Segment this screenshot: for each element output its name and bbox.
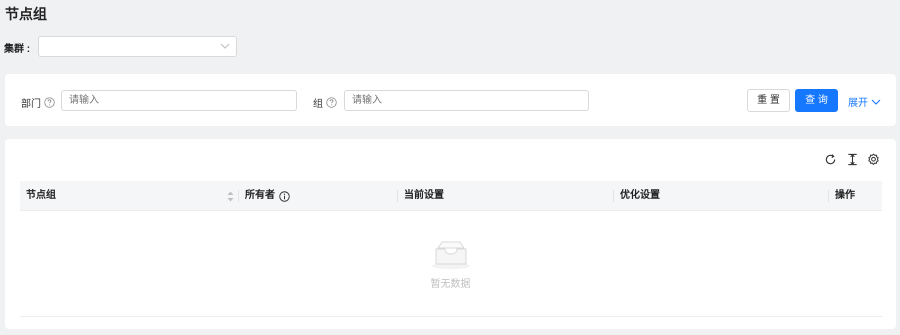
chevron-down-icon xyxy=(871,99,881,105)
query-button[interactable]: 查 询 xyxy=(795,89,838,112)
department-input[interactable] xyxy=(61,90,297,111)
question-circle-icon[interactable] xyxy=(326,97,337,108)
column-height-icon[interactable] xyxy=(846,153,859,166)
reset-button[interactable]: 重 置 xyxy=(747,89,790,112)
column-header-label: 当前设置 xyxy=(404,190,444,201)
expand-label: 展开 xyxy=(848,98,868,109)
settings-icon[interactable] xyxy=(867,153,880,166)
group-field-label: 组 xyxy=(313,95,337,110)
department-field-label: 部门 xyxy=(21,95,55,110)
chevron-down-icon xyxy=(220,43,230,49)
table-header: 节点组 所有者 当前设置 优化设置 操作 xyxy=(20,181,882,211)
empty-text: 暂无数据 xyxy=(430,279,471,290)
column-header-owner: 所有者 xyxy=(239,181,397,211)
cluster-select[interactable] xyxy=(38,36,237,57)
table-panel: 节点组 所有者 当前设置 优化设置 操作 暂无数据 xyxy=(5,139,896,329)
group-label: 组 xyxy=(313,99,323,110)
refresh-icon[interactable] xyxy=(824,153,837,166)
search-panel: 部门 组 重 置 查 询 展开 xyxy=(5,74,896,126)
column-header-current-settings: 当前设置 xyxy=(398,181,613,211)
column-header-optimized-settings: 优化设置 xyxy=(614,181,828,211)
column-header-label: 操作 xyxy=(835,190,855,201)
expand-link[interactable]: 展开 xyxy=(848,94,881,109)
department-label: 部门 xyxy=(21,99,41,110)
question-circle-icon[interactable] xyxy=(44,97,55,108)
page-title: 节点组 xyxy=(5,6,47,22)
sort-icon[interactable] xyxy=(227,191,234,202)
column-header-node-group[interactable]: 节点组 xyxy=(20,181,236,211)
empty-inbox-icon xyxy=(432,241,470,270)
cluster-label: 集群 : xyxy=(4,44,31,55)
column-header-label: 优化设置 xyxy=(620,190,660,201)
column-header-label: 所有者 xyxy=(245,190,275,201)
column-header-actions: 操作 xyxy=(829,181,882,211)
group-input[interactable] xyxy=(344,90,589,111)
column-header-label: 节点组 xyxy=(26,190,56,201)
table-divider xyxy=(20,316,882,317)
info-circle-icon[interactable] xyxy=(279,190,290,202)
